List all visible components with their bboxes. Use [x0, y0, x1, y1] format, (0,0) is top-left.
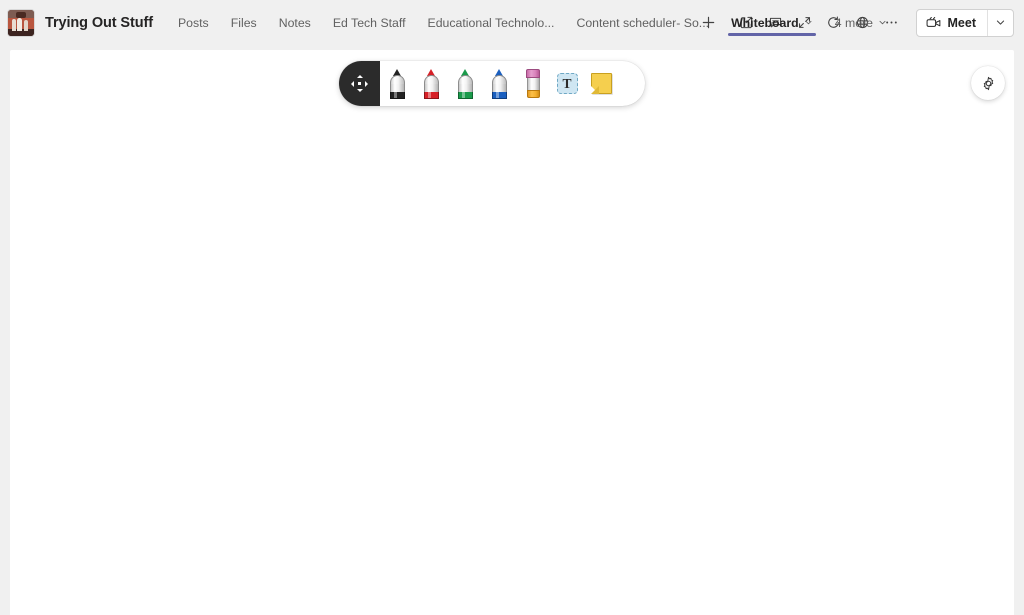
- chevron-down-icon[interactable]: [804, 16, 813, 30]
- whiteboard-toolbar: T: [339, 61, 645, 106]
- meet-button-group: Meet: [915, 8, 1014, 37]
- tab-posts[interactable]: Posts: [167, 0, 220, 45]
- settings-gear-button[interactable]: [971, 66, 1005, 100]
- tab-whiteboard[interactable]: Whiteboard: [720, 0, 824, 45]
- marker-pen-icon: [457, 68, 474, 99]
- marker-pen-icon: [389, 68, 406, 99]
- tab-label: Files: [230, 15, 257, 30]
- text-tool[interactable]: T: [550, 61, 584, 106]
- tab-educational-technolo[interactable]: Educational Technolo...: [417, 0, 566, 45]
- page-title: Trying Out Stuff: [45, 14, 153, 31]
- meet-button[interactable]: Meet: [917, 10, 987, 36]
- tab-content-scheduler-so[interactable]: Content scheduler- So...: [565, 0, 720, 45]
- tab-label: Posts: [177, 15, 209, 30]
- marker-pen-icon: [423, 68, 440, 99]
- app-header: Trying Out Stuff Posts Files Notes Ed Tech …: [0, 0, 1024, 45]
- text-tool-glyph: T: [562, 75, 572, 91]
- tab-label: Content scheduler- So...: [576, 15, 710, 30]
- eraser-icon: [526, 69, 540, 98]
- marker-pen-icon: [491, 68, 508, 99]
- tab-label: Ed Tech Staff: [332, 15, 406, 30]
- pen-black-tool[interactable]: [380, 61, 414, 106]
- tab-notes[interactable]: Notes: [268, 0, 322, 45]
- tab-label: Whiteboard: [731, 15, 799, 30]
- select-tool[interactable]: [339, 61, 380, 106]
- video-camera-icon: [926, 16, 942, 30]
- pen-blue-tool[interactable]: [482, 61, 516, 106]
- meet-button-label: Meet: [947, 15, 976, 30]
- pen-green-tool[interactable]: [448, 61, 482, 106]
- whiteboard-canvas[interactable]: [10, 50, 1014, 615]
- avatar: [7, 8, 35, 37]
- move-arrows-icon: [351, 75, 368, 92]
- tab-label: Educational Technolo...: [427, 15, 555, 30]
- tab-4-more[interactable]: 4 more: [824, 0, 898, 45]
- tab-files[interactable]: Files: [220, 0, 268, 45]
- meet-dropdown-button[interactable]: [987, 9, 1013, 36]
- text-box-icon: T: [556, 73, 578, 94]
- sticky-note-icon: [590, 73, 612, 94]
- chevron-down-icon[interactable]: [878, 16, 887, 30]
- pen-red-tool[interactable]: [414, 61, 448, 106]
- tab-bar: Posts Files Notes Ed Tech Staff Educational …: [167, 0, 886, 45]
- tab-label: 4 more: [834, 15, 873, 30]
- gear-icon: [981, 76, 996, 91]
- tab-label: Notes: [278, 15, 311, 30]
- tab-ed-tech-staff[interactable]: Ed Tech Staff: [322, 0, 417, 45]
- eraser-tool[interactable]: [516, 61, 550, 106]
- sticky-note-tool[interactable]: [584, 61, 618, 106]
